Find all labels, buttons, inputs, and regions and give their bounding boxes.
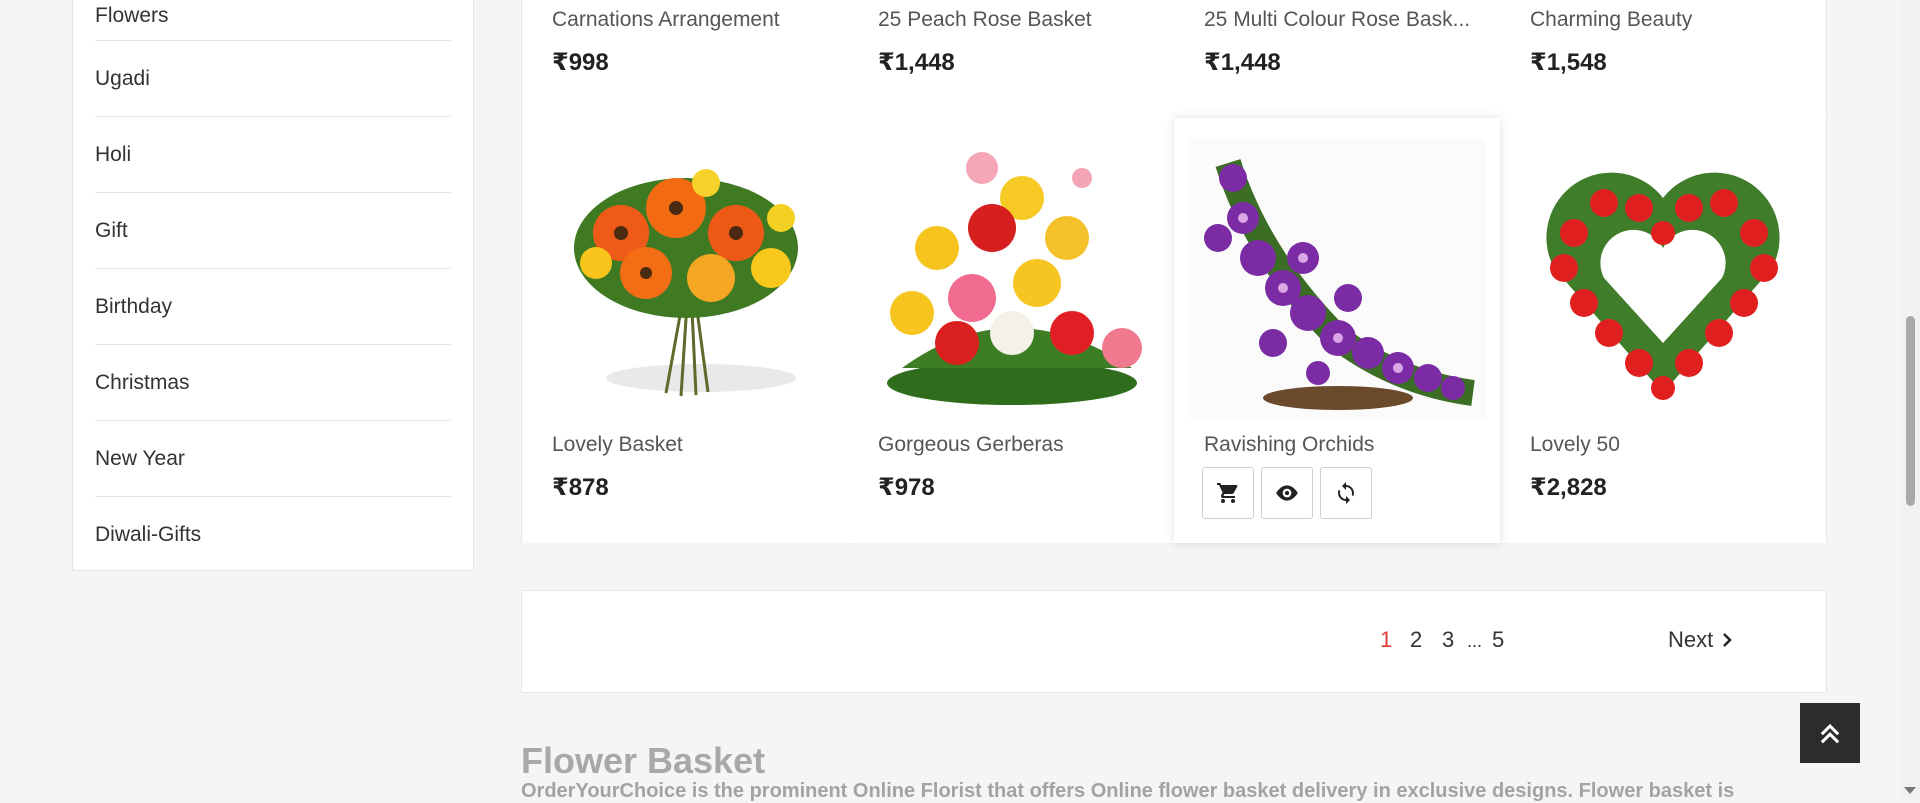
product-name[interactable]: Ravishing Orchids: [1204, 433, 1476, 457]
chevron-right-icon: [1723, 633, 1733, 647]
section-title: Flower Basket: [521, 740, 766, 781]
back-to-top-button[interactable]: [1800, 703, 1860, 763]
cart-icon: [1217, 483, 1238, 503]
product-card[interactable]: Charming Beauty ₹1,548: [1500, 0, 1826, 118]
sidebar-item-label: Birthday: [95, 294, 173, 318]
next-label: Next: [1668, 627, 1714, 652]
product-name[interactable]: Lovely Basket: [552, 433, 824, 457]
page-link-1[interactable]: 1: [1380, 627, 1392, 653]
product-card[interactable]: 25 Multi Colour Rose Bask... ₹1,448: [1174, 0, 1500, 118]
vertical-scrollbar[interactable]: [1900, 0, 1920, 800]
sidebar-item-label: Flowers: [95, 3, 169, 27]
product-name[interactable]: 25 Peach Rose Basket: [878, 8, 1150, 32]
pagination: 1 2 3 ... 5 Next: [521, 590, 1827, 693]
sidebar-item-flowers[interactable]: Flowers: [95, 0, 451, 41]
product-image[interactable]: [1514, 138, 1812, 418]
sidebar-item-gift[interactable]: Gift: [95, 193, 451, 269]
product-price: ₹2,828: [1530, 474, 1607, 501]
product-name[interactable]: Charming Beauty: [1530, 8, 1802, 32]
scrollbar-thumb[interactable]: [1906, 316, 1915, 506]
product-price: ₹978: [878, 474, 935, 501]
product-card[interactable]: Lovely 50 ₹2,828: [1500, 118, 1826, 543]
product-image[interactable]: [536, 138, 834, 418]
product-image[interactable]: [1188, 138, 1486, 418]
sidebar-item-label: Diwali-Gifts: [95, 523, 202, 546]
category-sidebar: Flowers Ugadi Holi Gift Birthday Christm…: [72, 0, 474, 571]
sidebar-item-new-year[interactable]: New Year: [95, 421, 451, 497]
sidebar-item-birthday[interactable]: Birthday: [95, 269, 451, 345]
product-name[interactable]: 25 Multi Colour Rose Bask...: [1204, 8, 1476, 32]
product-name[interactable]: Lovely 50: [1530, 433, 1802, 457]
page-link-2[interactable]: 2: [1410, 627, 1422, 653]
product-price: ₹1,548: [1530, 49, 1607, 76]
refresh-icon: [1338, 482, 1354, 504]
product-name[interactable]: Gorgeous Gerberas: [878, 433, 1150, 457]
product-grid: Carnations Arrangement ₹998 25 Peach Ros…: [521, 0, 1828, 544]
sidebar-item-holi[interactable]: Holi: [95, 117, 451, 193]
product-price: ₹1,448: [878, 49, 955, 76]
sidebar-item-label: Gift: [95, 218, 128, 242]
product-price: ₹878: [552, 474, 609, 501]
product-card[interactable]: 25 Peach Rose Basket ₹1,448: [848, 0, 1174, 118]
page-link-5[interactable]: 5: [1492, 627, 1504, 653]
sidebar-item-label: Christmas: [95, 370, 190, 394]
product-price: ₹998: [552, 49, 609, 76]
sidebar-item-label: New Year: [95, 446, 185, 470]
eye-icon: [1276, 485, 1298, 501]
double-chevron-up-icon: [1820, 723, 1840, 744]
sidebar-item-label: Holi: [95, 142, 132, 166]
quick-view-button[interactable]: [1261, 467, 1313, 519]
product-card[interactable]: Ravishing Orchids: [1174, 118, 1500, 543]
add-to-cart-button[interactable]: [1202, 467, 1254, 519]
product-actions: [1202, 467, 1372, 519]
product-card[interactable]: Gorgeous Gerberas ₹978: [848, 118, 1174, 543]
scroll-down-arrow-icon[interactable]: [1904, 787, 1916, 794]
page-ellipsis: ...: [1467, 631, 1483, 651]
compare-button[interactable]: [1320, 467, 1372, 519]
product-price: ₹1,448: [1204, 49, 1281, 76]
product-name[interactable]: Carnations Arrangement: [552, 8, 824, 32]
product-image[interactable]: [862, 138, 1160, 418]
product-card[interactable]: Carnations Arrangement ₹998: [522, 0, 848, 118]
sidebar-item-label: Ugadi: [95, 66, 150, 90]
product-card[interactable]: Lovely Basket ₹878: [522, 118, 848, 543]
page-link-3[interactable]: 3: [1442, 627, 1454, 653]
sidebar-item-ugadi[interactable]: Ugadi: [95, 41, 451, 117]
next-page-button[interactable]: Next: [1668, 627, 1733, 653]
sidebar-item-christmas[interactable]: Christmas: [95, 345, 451, 421]
sidebar-item-diwali-gifts[interactable]: Diwali-Gifts: [95, 497, 451, 573]
